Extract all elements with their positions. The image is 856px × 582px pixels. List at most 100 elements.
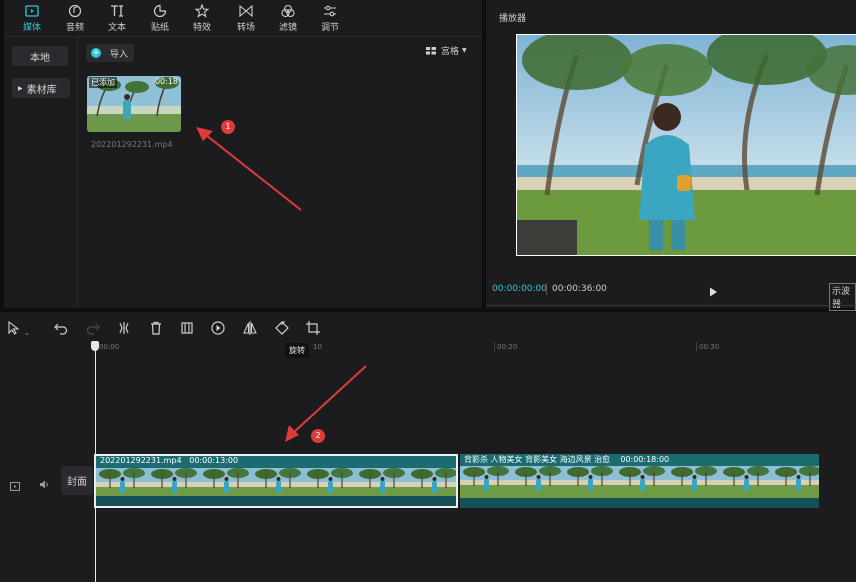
video-frame-image <box>517 35 856 255</box>
cursor-icon <box>8 320 20 335</box>
ruler-marker <box>494 342 495 351</box>
cover-button-label: 封面 <box>67 477 87 488</box>
total-time: 00:00:36:00 <box>552 284 607 294</box>
crop-icon <box>306 321 320 335</box>
ruler-tick: 00:30 <box>699 343 720 351</box>
tab-audio[interactable]: 音频 <box>55 0 95 36</box>
tab-adjust[interactable]: 调节 <box>310 0 350 36</box>
sidebar: 本地 ▶ 素材库 <box>4 37 78 308</box>
media-thumbnail[interactable]: 已添加 00:18 <box>87 76 181 132</box>
audio-icon <box>68 4 82 17</box>
clip-2-audio-strip <box>460 498 819 508</box>
play-button[interactable] <box>707 283 719 297</box>
tab-transition[interactable]: 转场 <box>226 0 266 36</box>
ruler-tick: 10 <box>313 343 322 351</box>
crop-button[interactable] <box>305 320 321 336</box>
sidebar-item-local[interactable]: 本地 <box>12 46 68 66</box>
filter-icon <box>281 4 295 17</box>
mirror-button[interactable] <box>242 320 258 336</box>
plus-icon: + <box>91 48 101 58</box>
speaker-icon[interactable] <box>39 475 50 489</box>
reverse-icon <box>211 321 225 335</box>
reverse-button[interactable] <box>210 320 226 336</box>
tab-effects[interactable]: 特效 <box>182 0 222 36</box>
player-preview[interactable] <box>516 34 856 256</box>
ruler-tick: 00:20 <box>497 343 518 351</box>
clip-1-audio-strip <box>96 496 456 506</box>
transition-icon <box>239 4 253 17</box>
sidebar-item-local-label: 本地 <box>30 52 50 64</box>
player-divider <box>486 305 856 306</box>
video-track-icon-glyph <box>10 482 20 491</box>
redo-icon <box>86 323 100 335</box>
tab-media[interactable]: 媒体 <box>12 0 52 36</box>
tab-media-label: 媒体 <box>22 22 41 33</box>
player-title: 播放器 <box>499 14 527 24</box>
tab-sticker[interactable]: 贴纸 <box>140 0 180 36</box>
annotation-marker-1: 1 <box>221 120 235 134</box>
undo-button[interactable] <box>53 320 69 336</box>
view-mode-dropdown[interactable]: 宫格 ▼ <box>426 44 467 57</box>
annotation-marker-2: 2 <box>311 429 325 443</box>
cover-button[interactable]: 封面 <box>61 466 93 495</box>
timeline-clip-2[interactable]: 背影杀 人物美女 背影美女 海边风景 治愈 00:00:18:00 <box>460 454 819 508</box>
undo-icon <box>54 323 68 335</box>
ruler-tick: 00:00 <box>99 343 120 351</box>
clip-1-label: 202201292231.mp4 00:00:13:00 <box>100 456 238 465</box>
clip-1-name: 202201292231.mp4 <box>100 456 182 465</box>
tab-audio-label: 音频 <box>65 22 84 33</box>
adjust-icon <box>324 5 336 16</box>
caret-right-icon: ▶ <box>18 84 23 92</box>
redo-button[interactable] <box>85 320 101 336</box>
split-button[interactable] <box>116 320 132 336</box>
chevron-down-icon: ▼ <box>462 47 467 54</box>
added-badge: 已添加 <box>89 77 117 88</box>
playhead-handle[interactable] <box>91 341 99 351</box>
select-tool-button[interactable] <box>6 320 22 336</box>
tab-text[interactable]: 文本 <box>97 0 137 36</box>
ruler-marker <box>696 342 697 351</box>
top-toolbar: 媒体 音频 文本 贴纸 特效 转场 滤镜 调节 <box>4 0 482 37</box>
media-icon <box>25 4 39 17</box>
tab-transition-label: 转场 <box>236 22 255 33</box>
sidebar-item-library[interactable]: ▶ 素材库 <box>12 78 70 98</box>
tab-filter-label: 滤镜 <box>278 22 297 33</box>
sidebar-item-library-label: 素材库 <box>26 84 57 96</box>
tab-sticker-label: 贴纸 <box>150 22 169 33</box>
waveform-button[interactable]: 示波器 <box>829 283 856 311</box>
tab-filter[interactable]: 滤镜 <box>268 0 308 36</box>
sticker-icon <box>153 4 167 17</box>
media-filename: 202201292231.mp4 <box>91 140 173 149</box>
clip-2-filmstrip <box>460 466 819 498</box>
import-button-label: 导入 <box>110 49 129 60</box>
grid-icon <box>426 46 436 54</box>
text-icon <box>111 4 123 17</box>
freeze-frame-button[interactable] <box>179 320 195 336</box>
mirror-icon <box>243 321 257 335</box>
clip-2-label: 背影杀 人物美女 背影美女 海边风景 治愈 00:00:18:00 <box>464 454 669 465</box>
view-mode-label: 宫格 <box>441 47 460 57</box>
trash-icon <box>151 321 161 335</box>
rotate-icon <box>275 321 289 335</box>
timeline-ruler[interactable] <box>95 342 856 354</box>
effects-icon <box>195 3 209 18</box>
clip-1-duration: 00:00:13:00 <box>189 456 239 465</box>
video-track-icon[interactable] <box>10 476 20 491</box>
freeze-icon <box>181 322 193 334</box>
rotate-tooltip: 旋转 <box>285 343 309 358</box>
tab-text-label: 文本 <box>107 22 126 33</box>
clip-2-duration: 00:00:18:00 <box>620 455 670 464</box>
tab-adjust-label: 调节 <box>320 22 339 33</box>
rotate-button[interactable] <box>274 320 290 336</box>
time-separator <box>546 283 547 295</box>
clip-2-name: 背影杀 人物美女 背影美女 海边风景 治愈 <box>464 455 611 464</box>
delete-button[interactable] <box>148 320 164 336</box>
playhead[interactable] <box>95 346 96 582</box>
timeline-clip-1[interactable]: 202201292231.mp4 00:00:13:00 <box>94 454 458 508</box>
select-tool-dropdown[interactable]: ⌄ <box>24 320 38 337</box>
split-icon <box>119 322 129 334</box>
import-button[interactable]: + 导入 <box>86 44 134 62</box>
play-icon <box>710 287 717 297</box>
chevron-down-icon: ⌄ <box>24 329 30 337</box>
media-duration: 00:18 <box>154 77 178 86</box>
